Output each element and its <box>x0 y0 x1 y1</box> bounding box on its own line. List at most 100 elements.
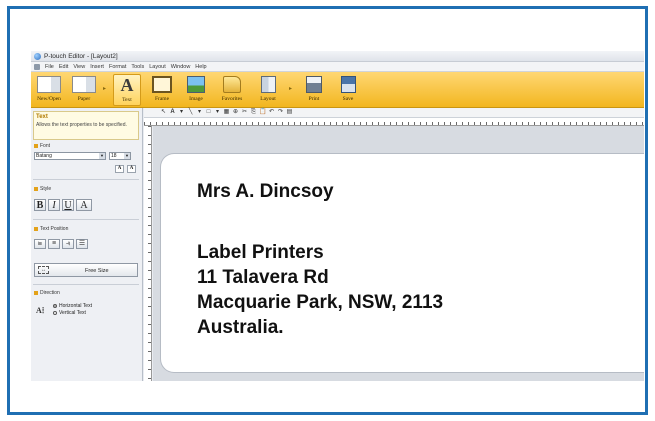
menu-layout[interactable]: Layout <box>149 64 166 70</box>
style-section-header[interactable]: Style <box>34 186 51 192</box>
tooltip-text: Allows the text properties to be specifi… <box>36 122 127 128</box>
properties-panel: Text Allows the text properties to be sp… <box>31 108 143 381</box>
favorites-button[interactable]: Favorites <box>215 74 249 106</box>
align-left-icon[interactable]: ⫢ <box>34 239 46 249</box>
menu-help[interactable]: Help <box>195 64 206 70</box>
text-position-label: Text Position <box>40 226 69 232</box>
image-button[interactable]: Image <box>181 74 211 106</box>
paper-label: Paper <box>77 96 91 102</box>
draw-toolbar: ↖ A ▾ ╲ ▾ □ ▾ ▦ ⊕ ✂ ⎘ 📋 ↶ ↷ ▤ <box>144 108 644 118</box>
label-country-line[interactable]: Australia. <box>197 317 284 339</box>
save-button[interactable]: Save <box>333 74 363 106</box>
text-icon: A <box>120 75 134 95</box>
font-name-select[interactable]: Batang ▼ <box>34 152 106 160</box>
layout-label: Layout <box>260 96 276 102</box>
table-tool-icon[interactable]: ▦ <box>223 109 230 116</box>
print-button[interactable]: Print <box>299 74 329 106</box>
dropdown-arrow-icon[interactable]: ▾ <box>178 109 185 116</box>
vertical-text-option[interactable]: Vertical Text <box>53 310 86 316</box>
align-center-icon[interactable]: ≡ <box>48 239 60 249</box>
text-position-section-header[interactable]: Text Position <box>34 226 68 232</box>
label-name-line[interactable]: Mrs A. Dincsoy <box>197 181 334 203</box>
cut-icon[interactable]: ✂ <box>241 109 248 116</box>
font-size-value: 18 <box>111 153 117 159</box>
text-direction-icon: A⁞ <box>36 306 45 315</box>
vertical-text-radio[interactable] <box>53 311 57 315</box>
menu-window[interactable]: Window <box>171 64 191 70</box>
free-size-label: Free Size <box>85 268 109 274</box>
horizontal-text-radio[interactable] <box>53 304 57 308</box>
shrink-font-button[interactable]: A <box>127 165 136 173</box>
save-icon <box>340 76 356 93</box>
rectangle-tool-icon[interactable]: □ <box>205 109 212 116</box>
text-tool-icon[interactable]: A <box>169 109 176 116</box>
document-icon[interactable] <box>34 63 40 70</box>
menu-insert[interactable]: Insert <box>90 64 104 70</box>
bold-button[interactable]: B <box>34 199 46 211</box>
menu-edit[interactable]: Edit <box>59 64 68 70</box>
text-label: Text <box>122 97 132 103</box>
horizontal-text-label: Horizontal Text <box>59 303 92 309</box>
free-size-button[interactable]: ↔ Free Size <box>34 263 138 277</box>
divider <box>33 284 139 285</box>
favorites-icon <box>223 76 241 93</box>
pointer-icon[interactable]: ↖ <box>160 109 167 116</box>
redo-icon[interactable]: ↷ <box>277 109 284 116</box>
outline-button[interactable]: A <box>76 199 92 211</box>
ribbon-separator-arrow-2: ▸ <box>289 86 293 92</box>
favorites-label: Favorites <box>221 96 243 102</box>
line-tool-icon[interactable]: ╲ <box>187 109 194 116</box>
paper-button[interactable]: Paper <box>69 74 99 106</box>
label-street-line[interactable]: 11 Talavera Rd <box>197 267 329 289</box>
ribbon-toolbar: New/Open Paper ▸ A Text Frame Image Favo <box>31 72 644 108</box>
font-section-label: Font <box>40 143 51 149</box>
dropdown-arrow-icon[interactable]: ▾ <box>214 109 221 116</box>
grid-icon[interactable]: ▤ <box>286 109 293 116</box>
grow-font-button[interactable]: A <box>115 165 124 173</box>
menu-tools[interactable]: Tools <box>131 64 144 70</box>
dropdown-arrow-icon[interactable]: ▾ <box>196 109 203 116</box>
text-button[interactable]: A Text <box>113 74 141 106</box>
section-bullet-icon <box>34 187 38 191</box>
undo-icon[interactable]: ↶ <box>268 109 275 116</box>
save-label: Save <box>342 96 354 102</box>
style-section-label: Style <box>40 186 52 192</box>
font-size-select[interactable]: 18 ▼ <box>109 152 131 160</box>
menu-file[interactable]: File <box>45 64 54 70</box>
section-bullet-icon <box>34 144 38 148</box>
menu-format[interactable]: Format <box>109 64 126 70</box>
free-size-icon: ↔ <box>38 266 49 274</box>
font-section-header[interactable]: Font <box>34 143 50 149</box>
underline-button[interactable]: U <box>62 199 74 211</box>
paste-icon[interactable]: 📋 <box>259 109 266 116</box>
menu-bar: File Edit View Insert Format Tools Layou… <box>31 62 644 72</box>
new-open-button[interactable]: New/Open <box>34 74 64 106</box>
horizontal-text-option[interactable]: Horizontal Text <box>53 303 92 309</box>
align-right-icon[interactable]: ⫣ <box>62 239 74 249</box>
figure-frame: P-touch Editor - [Layout2] File Edit Vie… <box>7 6 648 415</box>
label-company-line[interactable]: Label Printers <box>197 242 324 264</box>
print-label: Print <box>308 96 320 102</box>
window-title: P-touch Editor - [Layout2] <box>44 52 118 60</box>
chevron-down-icon[interactable]: ▼ <box>124 153 130 159</box>
tooltip-title: Text <box>36 114 48 120</box>
paper-icon <box>72 76 96 93</box>
direction-section-header[interactable]: Direction <box>34 290 60 296</box>
frame-button[interactable]: Frame <box>147 74 177 106</box>
web-icon[interactable]: ⊕ <box>232 109 239 116</box>
copy-icon[interactable]: ⎘ <box>250 109 257 116</box>
section-bullet-icon <box>34 227 38 231</box>
font-name-value: Batang <box>36 153 52 159</box>
app-icon <box>34 52 41 60</box>
direction-label: Direction <box>40 290 60 296</box>
chevron-down-icon[interactable]: ▼ <box>99 153 105 159</box>
layout-icon <box>260 76 276 93</box>
new-open-label: New/Open <box>37 96 61 102</box>
menu-view[interactable]: View <box>73 64 85 70</box>
italic-button[interactable]: I <box>48 199 60 211</box>
align-justify-icon[interactable]: ☰ <box>76 239 88 249</box>
layout-button[interactable]: Layout <box>253 74 283 106</box>
label-city-line[interactable]: Macquarie Park, NSW, 2113 <box>197 292 443 314</box>
text-tooltip: Text Allows the text properties to be sp… <box>33 111 139 140</box>
print-icon <box>306 76 322 93</box>
